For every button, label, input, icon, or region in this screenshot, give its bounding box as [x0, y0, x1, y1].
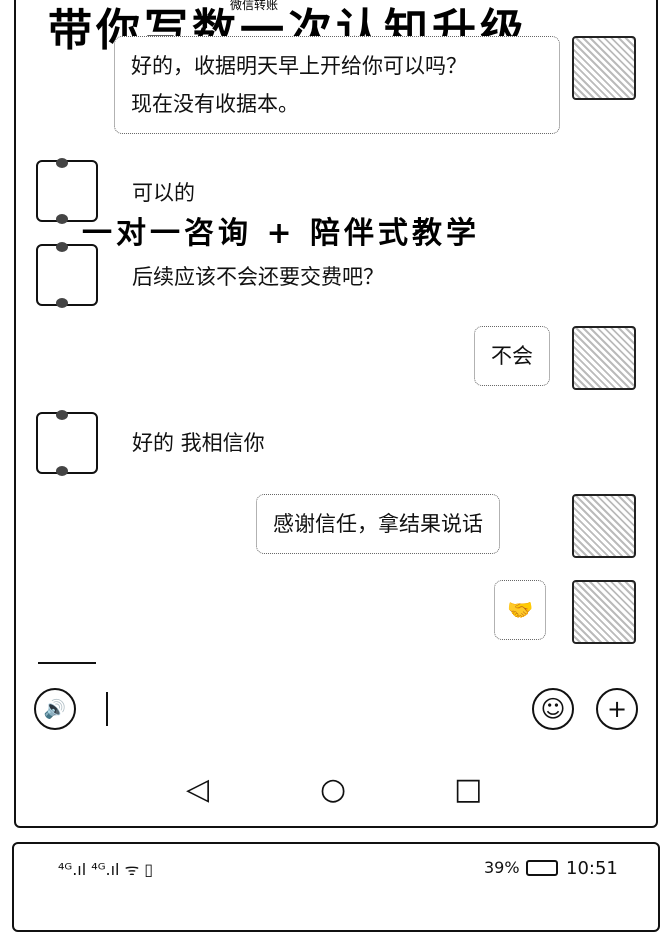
battery-icon	[526, 860, 558, 876]
nav-back-button[interactable]: ◁	[186, 772, 209, 807]
message-text: 好的，收据明天早上开给你可以吗？	[131, 54, 467, 78]
message-text: 可以的	[132, 181, 195, 205]
avatar-self[interactable]	[572, 580, 636, 644]
message-text: 现在没有收据本。	[131, 92, 299, 116]
message-bubble[interactable]: 感谢信任，拿结果说话	[256, 494, 500, 554]
nav-recent-button[interactable]: □	[454, 772, 482, 807]
message-bubble[interactable]: 不会	[474, 326, 550, 386]
avatar-self[interactable]	[572, 326, 636, 390]
message-bubble[interactable]: 好的，收据明天早上开给你可以吗？ 现在没有收据本。	[114, 36, 560, 134]
nav-home-button[interactable]: ○	[320, 772, 346, 807]
avatar-contact[interactable]	[36, 242, 98, 308]
emoji-icon[interactable]: ☺	[532, 688, 574, 730]
handshake-emoji-bubble[interactable]: 🤝	[494, 580, 547, 640]
avatar-self[interactable]	[572, 494, 636, 558]
message-text: 好的 我相信你	[132, 431, 265, 455]
overlay-banner: 一对一咨询 + 陪伴式教学	[82, 216, 481, 251]
divider	[38, 662, 96, 664]
overlay-subtitle: 微信转账	[230, 0, 279, 12]
clock: 10:51	[566, 858, 618, 879]
avatar-contact[interactable]	[36, 410, 98, 476]
battery-percent: 39%	[484, 858, 520, 877]
message-input[interactable]	[106, 692, 108, 726]
signal-wifi-icons: ⁴ᴳ.ıl ⁴ᴳ.ıl ᯤ ▯	[58, 860, 154, 879]
voice-icon[interactable]: 🔊	[34, 688, 76, 730]
status-bar-frame	[12, 842, 660, 932]
avatar-self[interactable]	[572, 36, 636, 100]
plus-icon[interactable]: +	[596, 688, 638, 730]
message-text: 后续应该不会还要交费吧？	[132, 265, 384, 289]
